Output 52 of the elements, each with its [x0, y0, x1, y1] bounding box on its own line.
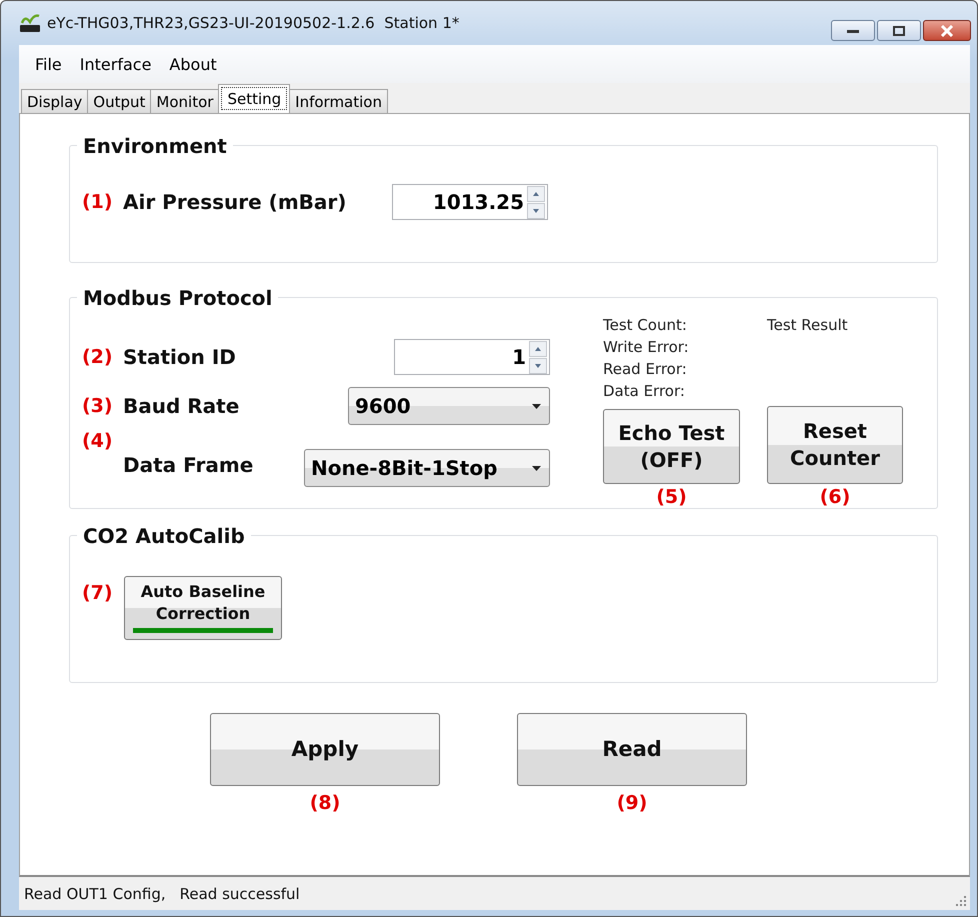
result-label: Test Result — [767, 315, 848, 336]
tab[interactable]: Information — [289, 89, 388, 113]
toggle-button[interactable]: Auto Baseline Correction — [124, 576, 282, 640]
marker-label: (1) — [82, 191, 114, 213]
stat-label: Data Error: — [603, 381, 686, 402]
resize-grip-icon[interactable] — [955, 895, 967, 907]
marker-label: (3) — [82, 395, 114, 417]
spin-up-icon[interactable] — [529, 340, 547, 356]
tab[interactable]: Display — [21, 89, 88, 113]
spin-up-icon[interactable] — [527, 186, 545, 202]
menu-item[interactable]: About — [162, 52, 224, 76]
status-text: Read OUT1 Config, — [24, 884, 166, 902]
marker-label: (8) — [310, 792, 340, 814]
app-logo-icon — [19, 13, 41, 33]
menu-item[interactable]: Interface — [72, 52, 158, 76]
field-label: Data Frame — [123, 453, 254, 477]
marker-label: (7) — [82, 582, 114, 604]
close-button[interactable] — [923, 20, 971, 41]
field-label: Air Pressure (mBar) — [123, 190, 348, 214]
marker-label: (2) — [82, 346, 114, 368]
spin-field[interactable]: 1 — [394, 339, 550, 375]
close-icon — [940, 24, 954, 36]
dropdown[interactable]: None-8Bit-1Stop — [304, 449, 550, 487]
push-button[interactable]: Reset Counter — [767, 406, 903, 484]
maximize-icon — [893, 26, 905, 36]
tab[interactable]: Setting — [218, 84, 290, 113]
marker-label: (9) — [616, 792, 648, 814]
caret-icon — [532, 404, 541, 408]
field-label: Station ID — [123, 345, 237, 369]
tab[interactable]: Monitor — [150, 89, 220, 113]
maximize-button[interactable] — [877, 20, 921, 41]
window-title: eYc-THG03,THR23,GS23-UI-20190502-1.2.6 Station 1* — [47, 14, 460, 32]
minimize-button[interactable] — [831, 20, 875, 41]
field-label: Baud Rate — [123, 394, 240, 418]
caret-icon — [532, 466, 541, 470]
push-button[interactable]: Read — [517, 713, 747, 786]
status-text: Read successful — [180, 884, 300, 902]
marker-label: (6) — [820, 486, 850, 508]
spin-field[interactable]: 1013.25 — [392, 184, 548, 220]
marker-label: (4) — [82, 430, 114, 452]
stat-label: Write Error: — [603, 337, 690, 358]
spin-down-icon[interactable] — [529, 358, 547, 374]
push-button[interactable]: Apply — [210, 713, 440, 786]
minimize-icon — [847, 28, 859, 32]
tab[interactable]: Output — [87, 89, 152, 113]
stat-label: Read Error: — [603, 359, 688, 380]
marker-label: (5) — [656, 486, 687, 508]
spin-down-icon[interactable] — [527, 202, 545, 218]
menu-item[interactable]: File — [28, 52, 69, 76]
dropdown[interactable]: 9600 — [348, 387, 550, 425]
push-button[interactable]: Echo Test (OFF) — [603, 409, 740, 484]
stat-label: Test Count: — [603, 315, 688, 336]
